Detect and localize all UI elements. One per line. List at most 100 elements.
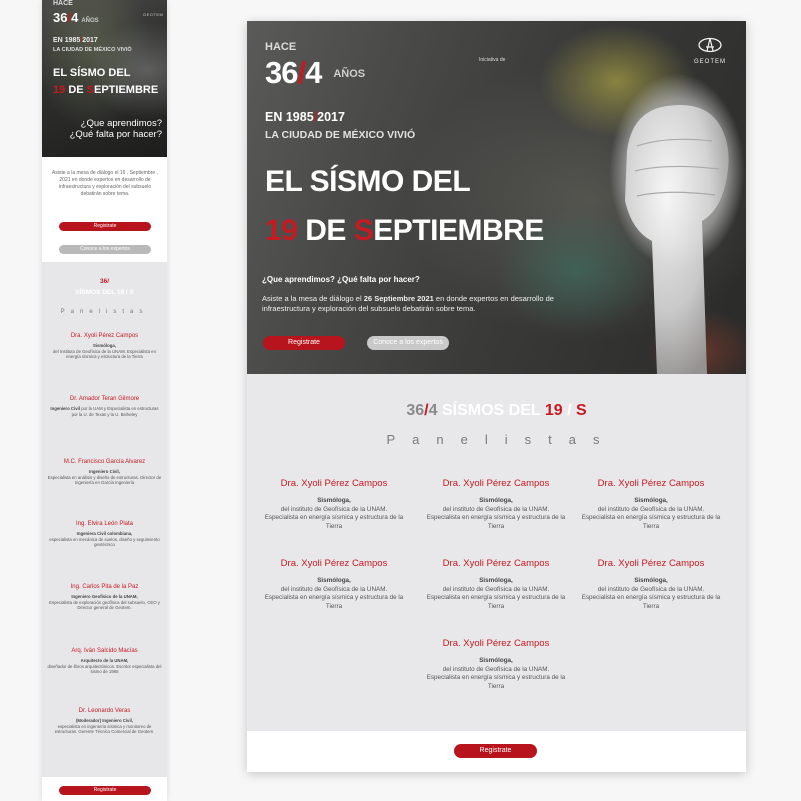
mobile-panelist-desc: del Instituto de Geofísica de la UNAM. E…: [53, 348, 156, 360]
panelist-name: Dra. Xyoli Pérez Campos: [597, 478, 705, 489]
panelist-role: Sismóloga,: [479, 657, 513, 664]
mobile-panelist-desc: diseñador de libros arquitectónicos. Esc…: [47, 663, 162, 675]
hero-ciudad: LA CIUDAD DE MÉXICO VIVIÓ: [265, 129, 416, 141]
geotem-wordmark: GEOTEM: [693, 59, 726, 65]
panelist-name: Dra. Xyoli Pérez Campos: [442, 638, 550, 649]
mobile-panel-head-1: 36/: [99, 278, 110, 285]
mobile-panelist-desc: Especialista en análisis y diseño de est…: [47, 474, 162, 486]
mobile-footer: Registrate: [42, 777, 167, 801]
initiative-label: Iniciativa de: [479, 57, 506, 63]
panelist-card: Dra. Xyoli Pérez Campos Sismóloga, del in…: [426, 558, 566, 611]
panelist-role: Sismóloga,: [317, 577, 351, 584]
panelists-section: 36/4 SÍSMOS DEL 19 / S Panelistas Dra. X…: [247, 374, 746, 731]
hero-desc-month: Septiembre: [374, 294, 416, 303]
mobile-panelist-desc: especialista en mecánica de suelos, dise…: [49, 536, 160, 548]
mobile-years-b: 4: [71, 10, 79, 25]
hero-desc-day: 26: [363, 294, 373, 303]
mobile-title-1: EL SÍSMO DEL: [53, 67, 131, 79]
hero-title-1: EL SÍSMO DEL: [265, 165, 471, 198]
hero-desc-year: 2021: [417, 294, 434, 303]
panel-head-mid: SÍSMOS DEL: [441, 402, 541, 419]
panelist-card: Dra. Xyoli Pérez Campos Sismóloga, del in…: [264, 478, 404, 531]
mobile-panelist-desc: Especialista de exploración geofísica de…: [49, 599, 160, 611]
hero-description: Asiste a la mesa de diálogo el 26 Septie…: [262, 294, 582, 313]
hero-title-rest: EPTIEMBRE: [373, 214, 544, 247]
hero-year-b: 2017: [317, 110, 345, 124]
panel-head-b: 4: [428, 402, 438, 419]
panel-head-s: S: [575, 402, 587, 419]
desktop-hero: HACE 36/4 AÑOS EN 1985/2017 LA CIUDAD DE …: [247, 21, 746, 374]
mobile-en-years: EN 1985/2017: [53, 37, 98, 44]
mobile-panelist: M.C. Francisco García Alvarez Ingeniero …: [47, 459, 162, 486]
mobile-panelist: Dr. Leonardo Veras (Moderador) Ingeniero…: [47, 708, 162, 735]
panelist-card: Dra. Xyoli Pérez Campos Sismóloga, del in…: [581, 478, 721, 531]
mobile-years-a: 36: [53, 10, 68, 25]
panelist-name: Dra. Xyoli Pérez Campos: [442, 558, 550, 569]
hero-question: ¿Que aprendimos? ¿Qué falta por hacer?: [262, 275, 420, 284]
panelist-name: Dra. Xyoli Pérez Campos: [280, 558, 388, 569]
hero-experts-button[interactable]: Conoce a los expertos: [367, 336, 449, 350]
mobile-panelist: Arq. Iván Salcido Macías Arquitecto de l…: [47, 648, 162, 675]
raised-fist-image: [625, 105, 729, 374]
panelist-desc: del instituto de Geofísica de la UNAM. E…: [426, 585, 566, 610]
hero-years-b: 4: [305, 55, 322, 90]
panel-heading: 36/4 SÍSMOS DEL 19 / S: [247, 402, 746, 420]
panelist-card: Dra. Xyoli Pérez Campos Sismóloga, del in…: [426, 478, 566, 531]
mobile-register-button[interactable]: Registrate: [59, 222, 151, 231]
mobile-title-num: 19: [53, 84, 66, 96]
mobile-title-rest: EPTIEMBRE: [94, 84, 159, 96]
panelist-desc: del instituto de Geofísica de la UNAM. E…: [581, 505, 721, 530]
mobile-year-a: 1985: [64, 37, 81, 44]
mobile-logo: GEOTEM: [143, 12, 164, 17]
hero-years: 36/4 AÑOS: [265, 55, 365, 91]
panel-head-num: 19: [544, 402, 563, 419]
hero-years-a: 36: [265, 55, 298, 90]
panelist-name: Dra. Xyoli Pérez Campos: [442, 478, 550, 489]
mobile-anos: AÑOS: [81, 18, 99, 24]
hero-title-s: S: [353, 214, 374, 247]
mobile-panelist: Dr. Amador Teran Gilmore Ingeniero Civil…: [47, 396, 162, 417]
mobile-panelist-name: Ing. Elvira León Plata: [75, 521, 134, 527]
mobile-panelist-role: Ingeniera Civil colombiana,: [76, 531, 133, 536]
mobile-footer-register-button[interactable]: Registrate: [59, 786, 151, 795]
hero-title-num: 19: [265, 214, 298, 247]
mobile-question-2: ¿Qué falta por hacer?: [69, 129, 162, 140]
geotem-logo-icon: [698, 37, 722, 53]
mobile-panelist-role: (Moderador) Ingeniero Civil,: [75, 718, 134, 723]
geotem-logo[interactable]: GEOTEM: [685, 37, 735, 65]
mobile-ciudad: LA CIUDAD DE MÉXICO VIVIÓ: [53, 47, 132, 53]
panelist-name: Dra. Xyoli Pérez Campos: [597, 558, 705, 569]
panelist-desc: del instituto de Geofísica de la UNAM. E…: [426, 665, 566, 690]
desktop-mockup: HACE 36/4 AÑOS EN 1985/2017 LA CIUDAD DE …: [247, 21, 746, 772]
panelist-card: Dra. Xyoli Pérez Campos Sismóloga, del in…: [426, 638, 566, 691]
mobile-years: 36/4 AÑOS: [53, 10, 99, 25]
mobile-question-1: ¿Que aprendimos?: [80, 118, 162, 129]
mobile-year-b: 2017: [82, 37, 98, 44]
mobile-panelist-name: Arq. Iván Salcido Macías: [71, 648, 138, 654]
mobile-panelist-role: Ingeniero Civil: [50, 406, 80, 411]
mobile-en: EN: [53, 37, 63, 44]
mobile-title-2: 19 DE SEPTIEMBRE: [53, 84, 158, 96]
panelist-name: Dra. Xyoli Pérez Campos: [280, 478, 388, 489]
panelistas-label: Panelistas: [386, 432, 617, 447]
mobile-intro: Asiste a la mesa de diálogo el 16 , Sept…: [52, 170, 158, 197]
panelist-role: Sismóloga,: [317, 497, 351, 504]
hero-register-button[interactable]: Registrate: [263, 336, 345, 350]
mobile-hace: HACE: [53, 0, 73, 7]
footer-register-button[interactable]: Registrate: [454, 744, 537, 758]
hero-year-a: 1985: [285, 110, 314, 124]
mobile-panelist-desc: especialista en ingeniería sísmica y mon…: [54, 723, 155, 735]
panelist-desc: del instituto de Geofísica de la UNAM. E…: [426, 505, 566, 530]
panelist-card: Dra. Xyoli Pérez Campos Sismóloga, del in…: [264, 558, 404, 611]
panelist-role: Sismóloga,: [479, 577, 513, 584]
mobile-panelistas-label: Panelistas: [60, 309, 149, 315]
panelist-role: Sismóloga,: [634, 577, 668, 584]
mobile-panelist-role: Sismóloga,: [93, 343, 116, 348]
mobile-hero: HACE 36/4 AÑOS GEOTEM EN 1985/2017 LA CIU…: [42, 0, 167, 157]
mobile-title-de: DE: [68, 84, 84, 96]
hero-years-sep: /: [297, 55, 306, 90]
panel-head-a: 36: [406, 402, 425, 419]
hero-anos: AÑOS: [333, 68, 366, 80]
hero-en-years: EN 1985/2017: [265, 110, 345, 124]
mobile-experts-button[interactable]: Conoce a los expertos: [59, 245, 151, 254]
